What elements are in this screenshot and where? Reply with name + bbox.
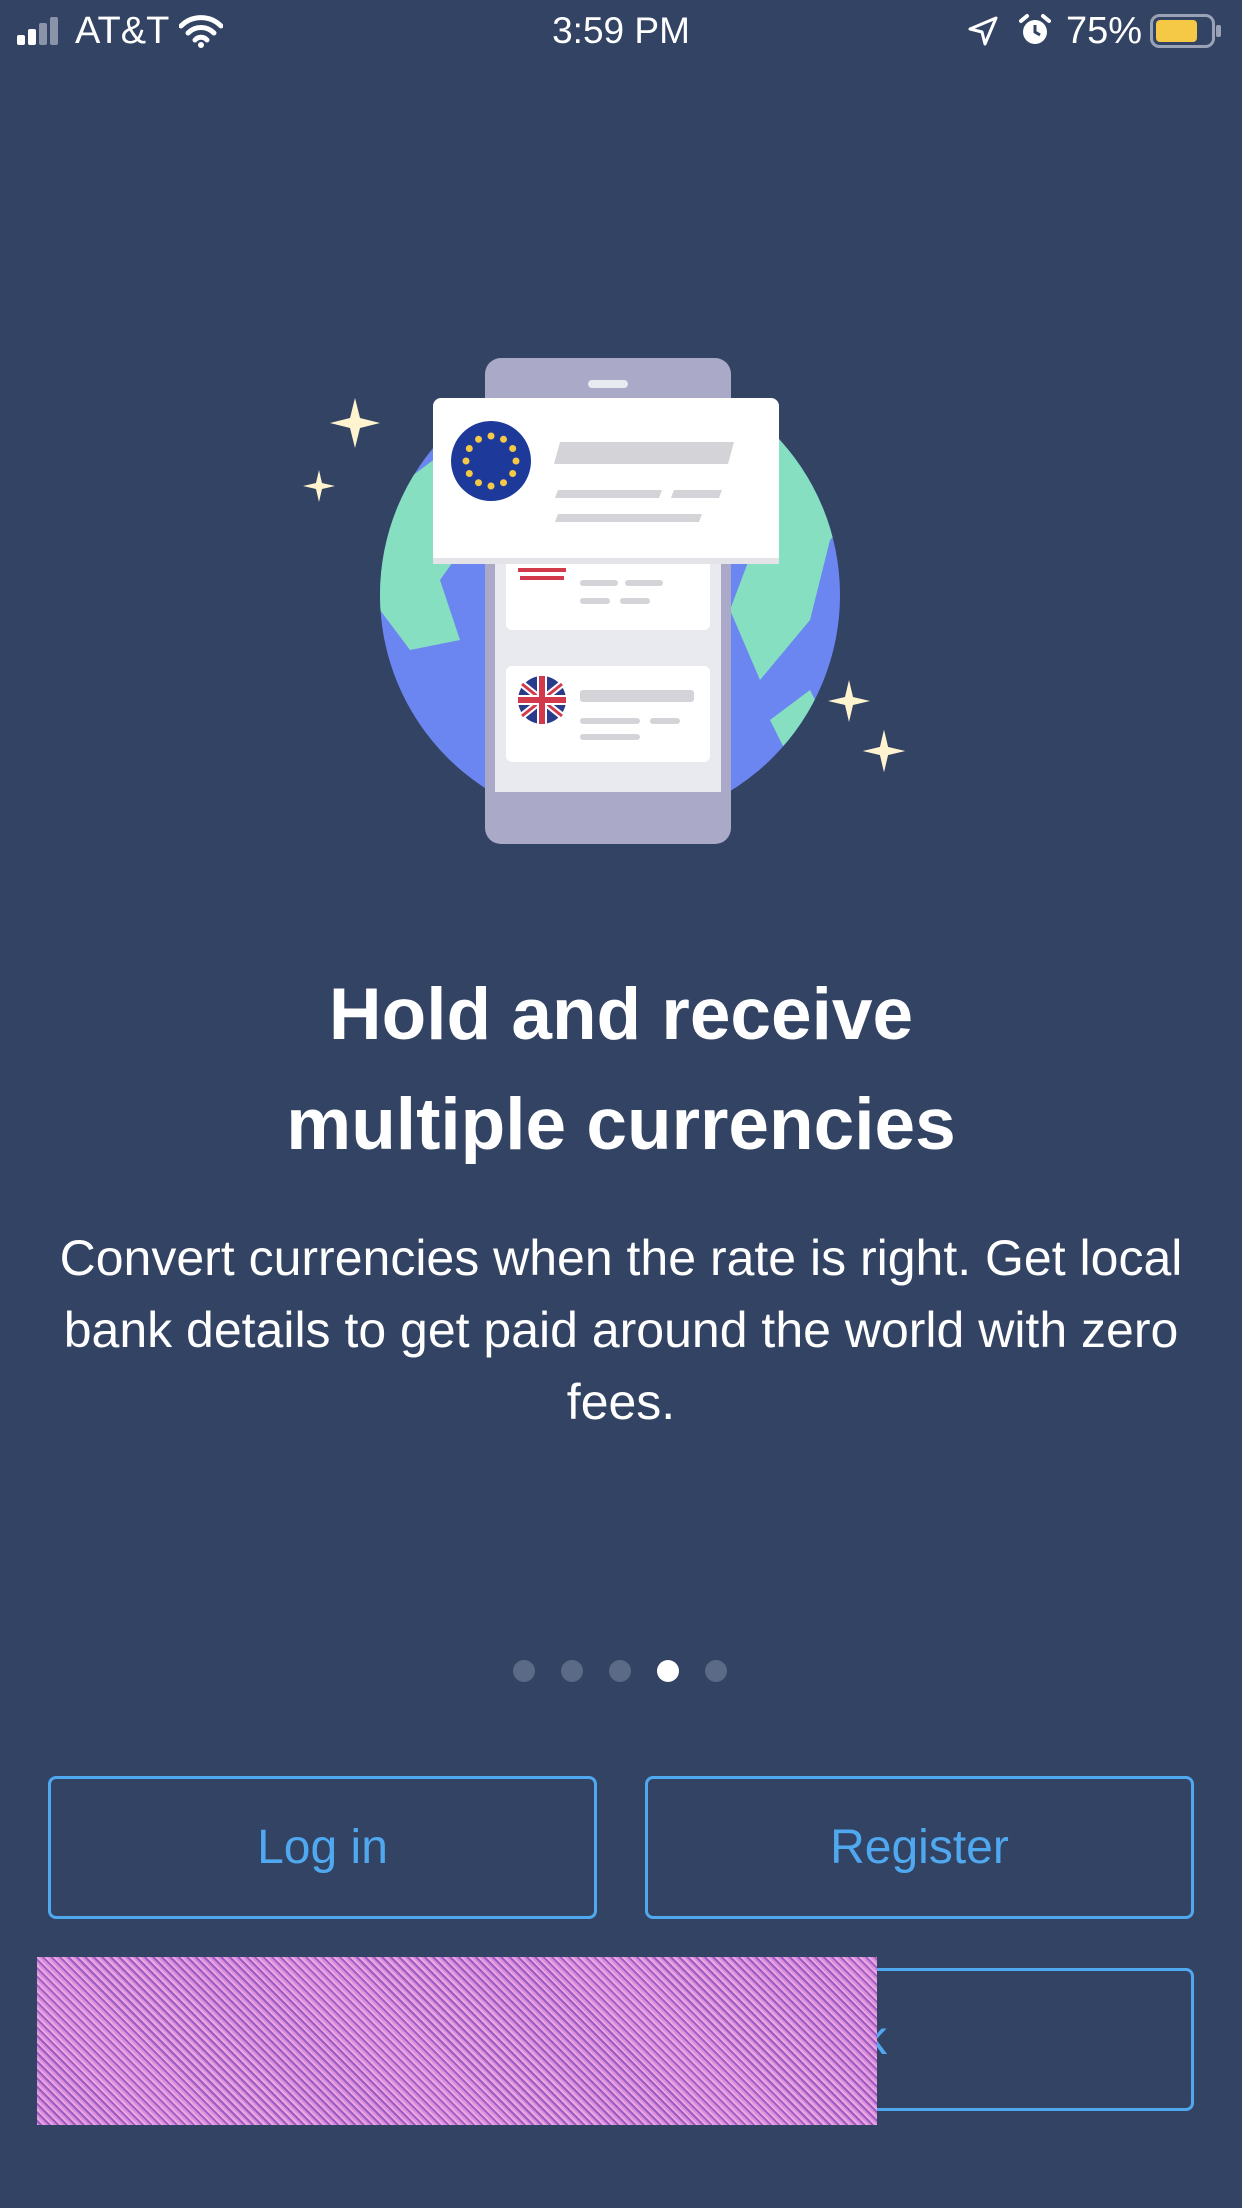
page-dot[interactable]: [609, 1660, 631, 1682]
currencies-illustration: [303, 358, 905, 844]
page-dot[interactable]: [513, 1660, 535, 1682]
location-icon: [968, 16, 998, 46]
description-text: Convert currencies when the rate is righ…: [59, 1230, 1183, 1430]
redacted-overlay: [37, 1957, 877, 2125]
login-button[interactable]: Log in: [48, 1776, 597, 1919]
page-dot-active[interactable]: [657, 1660, 679, 1682]
page-title: Hold and receive multiple currencies: [60, 960, 1182, 1180]
uk-flag-icon: [518, 676, 566, 724]
eu-flag-icon: [451, 421, 531, 501]
battery-percent: 75%: [1066, 10, 1143, 52]
page-indicator: [513, 1660, 733, 1684]
headline-line-2: multiple currencies: [286, 1084, 956, 1165]
headline-line-1: Hold and receive: [328, 974, 914, 1055]
page-dot[interactable]: [561, 1660, 583, 1682]
battery-icon: [1150, 14, 1221, 48]
page-dot[interactable]: [705, 1660, 727, 1682]
register-button[interactable]: Register: [645, 1776, 1194, 1919]
clock: 3:59 PM: [552, 10, 690, 51]
status-bar: AT&T 3:59 PM 75%: [0, 0, 1242, 62]
alarm-icon: [1019, 14, 1051, 44]
